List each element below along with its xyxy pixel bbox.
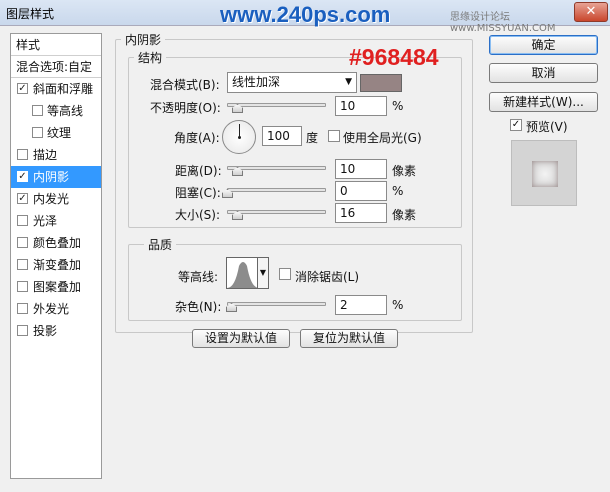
styles-list: 样式 混合选项:自定 ✓ 斜面和浮雕等高线纹理描边 ✓ 内阴影 ✓ 内发光光泽颜色叠加渐变… bbox=[10, 33, 102, 479]
style-item[interactable]: 投影 bbox=[11, 320, 101, 342]
style-item-label: 描边 bbox=[33, 148, 58, 162]
reset-default-button[interactable]: 复位为默认值 bbox=[300, 329, 398, 348]
close-button[interactable]: ✕ bbox=[574, 2, 608, 22]
chevron-down-icon: ▼ bbox=[345, 77, 352, 87]
styles-header[interactable]: 样式 bbox=[11, 34, 101, 56]
style-item-checkbox[interactable] bbox=[17, 281, 28, 292]
style-item-checkbox[interactable] bbox=[32, 105, 43, 116]
size-input[interactable]: 16 bbox=[335, 203, 387, 223]
shadow-color-swatch[interactable] bbox=[360, 74, 402, 92]
watermark: www.240ps.com bbox=[220, 2, 391, 27]
cancel-button[interactable]: 取消 bbox=[489, 63, 598, 83]
contour-picker[interactable] bbox=[226, 257, 258, 289]
preview-swatch bbox=[532, 161, 558, 187]
blend-mode-select[interactable]: 线性加深 ▼ bbox=[227, 72, 357, 93]
style-item-checkbox[interactable] bbox=[32, 127, 43, 138]
style-item[interactable]: 等高线 bbox=[11, 100, 101, 122]
angle-dial[interactable] bbox=[222, 120, 256, 154]
style-item[interactable]: 外发光 bbox=[11, 298, 101, 320]
style-item-checkbox[interactable] bbox=[17, 149, 28, 160]
style-item-label: 颜色叠加 bbox=[33, 236, 82, 250]
size-label: 大小(S): bbox=[175, 208, 221, 222]
style-item-label: 等高线 bbox=[47, 104, 84, 118]
noise-label: 杂色(N): bbox=[175, 300, 222, 314]
distance-input[interactable]: 10 bbox=[335, 159, 387, 179]
style-item-label: 投影 bbox=[33, 324, 58, 338]
style-item-label: 斜面和浮雕 bbox=[33, 82, 94, 96]
choke-slider[interactable] bbox=[227, 188, 326, 192]
close-icon: ✕ bbox=[585, 4, 597, 19]
noise-slider[interactable] bbox=[227, 302, 326, 306]
preview-checkbox[interactable]: ✓ bbox=[510, 119, 522, 131]
ok-button[interactable]: 确定 bbox=[489, 35, 598, 55]
style-item-checkbox[interactable] bbox=[17, 325, 28, 336]
color-hex-annotation: #968484 bbox=[349, 44, 439, 70]
style-item-label: 渐变叠加 bbox=[33, 258, 82, 272]
angle-input[interactable]: 100 bbox=[262, 126, 302, 146]
style-item-checkbox[interactable]: ✓ bbox=[17, 171, 28, 182]
style-item[interactable]: 纹理 bbox=[11, 122, 101, 144]
distance-label: 距离(D): bbox=[175, 164, 222, 178]
new-style-button[interactable]: 新建样式(W)... bbox=[489, 92, 598, 112]
global-light-checkbox[interactable] bbox=[328, 130, 340, 142]
style-item-label: 内发光 bbox=[33, 192, 70, 206]
style-item[interactable]: 颜色叠加 bbox=[11, 232, 101, 254]
window-title: 图层样式 bbox=[6, 7, 55, 21]
quality-title: 品质 bbox=[144, 236, 177, 253]
noise-input[interactable]: 2 bbox=[335, 295, 387, 315]
style-item-checkbox[interactable]: ✓ bbox=[17, 83, 28, 94]
opacity-unit: % bbox=[392, 99, 404, 113]
style-item[interactable]: ✓ 斜面和浮雕 bbox=[11, 78, 101, 100]
opacity-input[interactable]: 10 bbox=[335, 96, 387, 116]
style-item-label: 图案叠加 bbox=[33, 280, 82, 294]
contour-label: 等高线: bbox=[178, 270, 219, 284]
style-item[interactable]: ✓ 内发光 bbox=[11, 188, 101, 210]
style-item-label: 光泽 bbox=[33, 214, 58, 228]
size-slider[interactable] bbox=[227, 210, 326, 214]
angle-label: 角度(A): bbox=[174, 131, 220, 145]
style-item-label: 内阴影 bbox=[33, 170, 70, 184]
style-preview bbox=[511, 140, 577, 206]
blend-mode-label: 混合模式(B): bbox=[150, 78, 220, 92]
antialias-label: 消除锯齿(L) bbox=[295, 270, 360, 284]
global-light-label: 使用全局光(G) bbox=[343, 131, 422, 145]
choke-label: 阻塞(C): bbox=[175, 186, 221, 200]
style-item[interactable]: 渐变叠加 bbox=[11, 254, 101, 276]
style-item-checkbox[interactable] bbox=[17, 303, 28, 314]
angle-unit: 度 bbox=[306, 131, 319, 145]
style-item[interactable]: ✓ 内阴影 bbox=[11, 166, 101, 188]
style-item-label: 纹理 bbox=[47, 126, 72, 140]
style-item-label: 外发光 bbox=[33, 302, 70, 316]
opacity-slider[interactable] bbox=[227, 103, 326, 107]
preview-label: 预览(V) bbox=[526, 120, 568, 134]
style-item[interactable]: 描边 bbox=[11, 144, 101, 166]
size-unit: 像素 bbox=[392, 208, 417, 222]
style-item-checkbox[interactable] bbox=[17, 215, 28, 226]
title-bar: 图层样式 www.240ps.com 思缘设计论坛 www.MISSYUAN.C… bbox=[0, 0, 610, 34]
contour-curve-icon bbox=[227, 262, 257, 288]
distance-unit: 像素 bbox=[392, 164, 417, 178]
set-default-button[interactable]: 设置为默认值 bbox=[192, 329, 290, 348]
style-item-checkbox[interactable]: ✓ bbox=[17, 193, 28, 204]
blend-options-item[interactable]: 混合选项:自定 bbox=[11, 56, 101, 78]
choke-unit: % bbox=[392, 184, 404, 198]
distance-slider[interactable] bbox=[227, 166, 326, 170]
inner-shadow-title: 内阴影 bbox=[121, 31, 166, 48]
style-item-checkbox[interactable] bbox=[17, 259, 28, 270]
structure-title: 结构 bbox=[134, 49, 167, 66]
noise-unit: % bbox=[392, 298, 404, 312]
style-item[interactable]: 图案叠加 bbox=[11, 276, 101, 298]
style-item[interactable]: 光泽 bbox=[11, 210, 101, 232]
choke-input[interactable]: 0 bbox=[335, 181, 387, 201]
chevron-down-icon: ▼ bbox=[259, 268, 267, 277]
opacity-label: 不透明度(O): bbox=[150, 101, 221, 115]
antialias-checkbox[interactable] bbox=[279, 268, 291, 280]
style-item-checkbox[interactable] bbox=[17, 237, 28, 248]
contour-dropdown[interactable]: ▼ bbox=[258, 257, 269, 289]
